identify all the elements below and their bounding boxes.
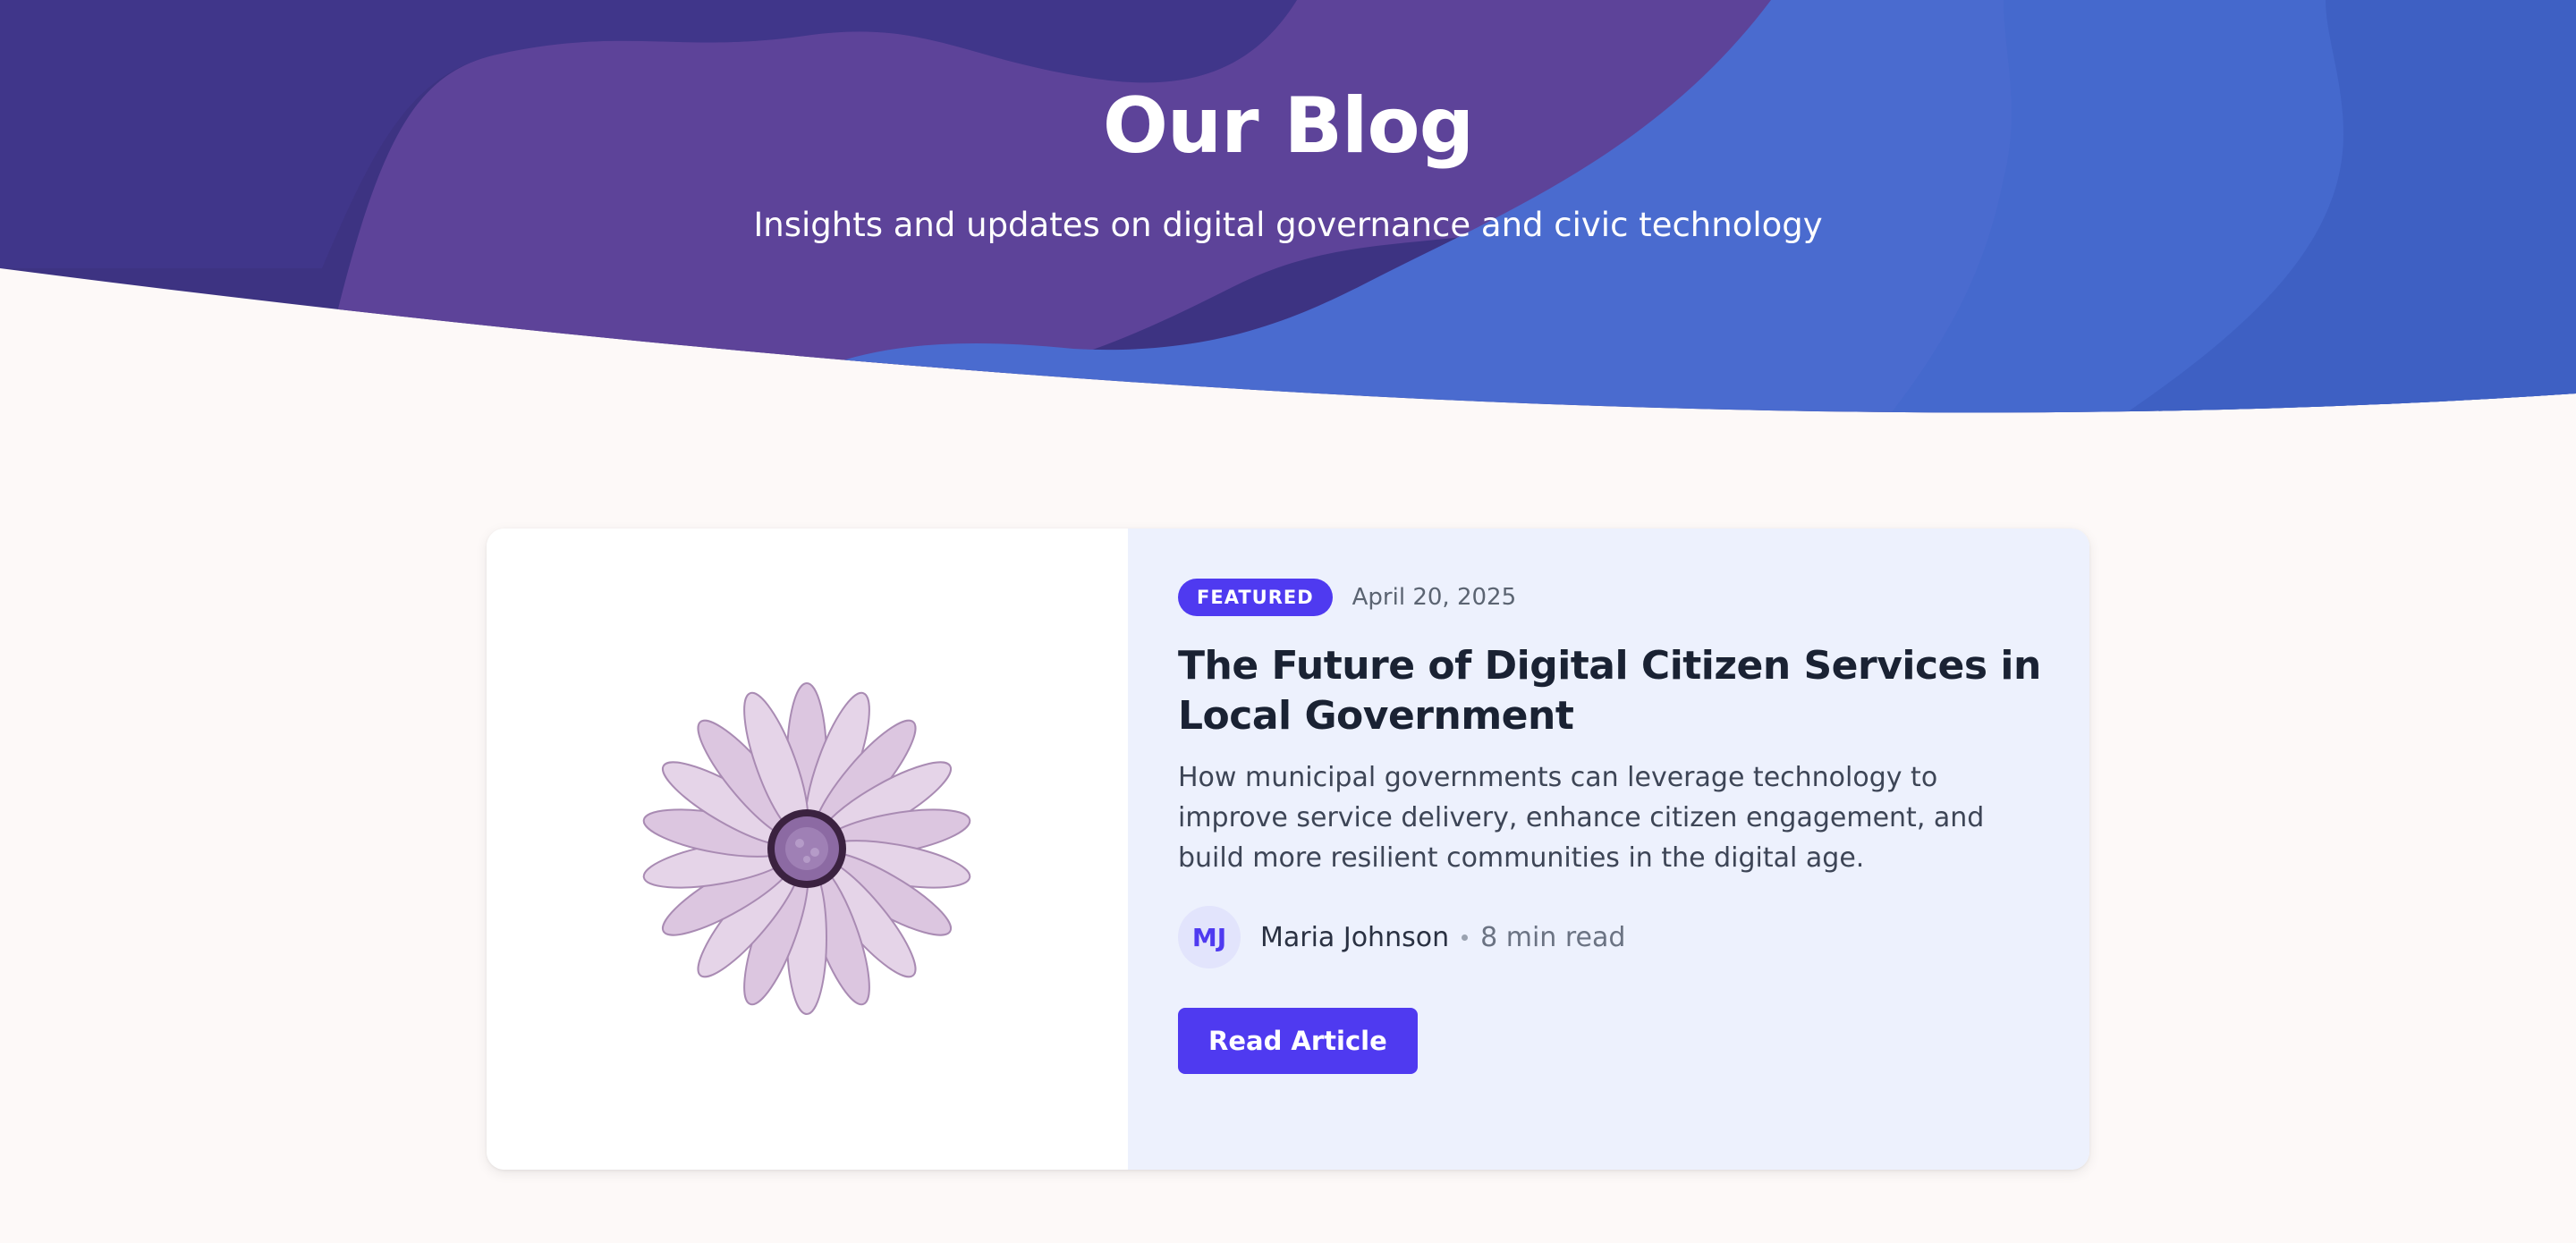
daisy-flower-icon: [642, 682, 971, 1015]
post-title[interactable]: The Future of Digital Citizen Services i…: [1178, 641, 2063, 741]
post-meta: FEATURED April 20, 2025: [1178, 579, 1516, 616]
featured-post-card: FEATURED April 20, 2025 The Future of Di…: [487, 528, 2089, 1170]
hero-banner: Our Blog Insights and updates on digital…: [0, 0, 2576, 429]
author-info: MJ Maria Johnson 8 min read: [1178, 906, 1625, 968]
post-excerpt: How municipal governments can leverage t…: [1178, 762, 1985, 874]
post-details: FEATURED April 20, 2025 The Future of Di…: [1128, 528, 2089, 1170]
separator-dot: [1462, 934, 1469, 941]
avatar: MJ: [1178, 906, 1241, 968]
post-image: [487, 528, 1128, 1170]
featured-badge: FEATURED: [1178, 579, 1333, 616]
page-title: Our Blog: [1102, 81, 1474, 171]
post-date: April 20, 2025: [1352, 584, 1517, 611]
read-time: 8 min read: [1480, 921, 1626, 953]
author-name: Maria Johnson: [1260, 921, 1450, 953]
page-subtitle: Insights and updates on digital governan…: [753, 206, 1823, 244]
read-article-button[interactable]: Read Article: [1178, 1008, 1418, 1074]
